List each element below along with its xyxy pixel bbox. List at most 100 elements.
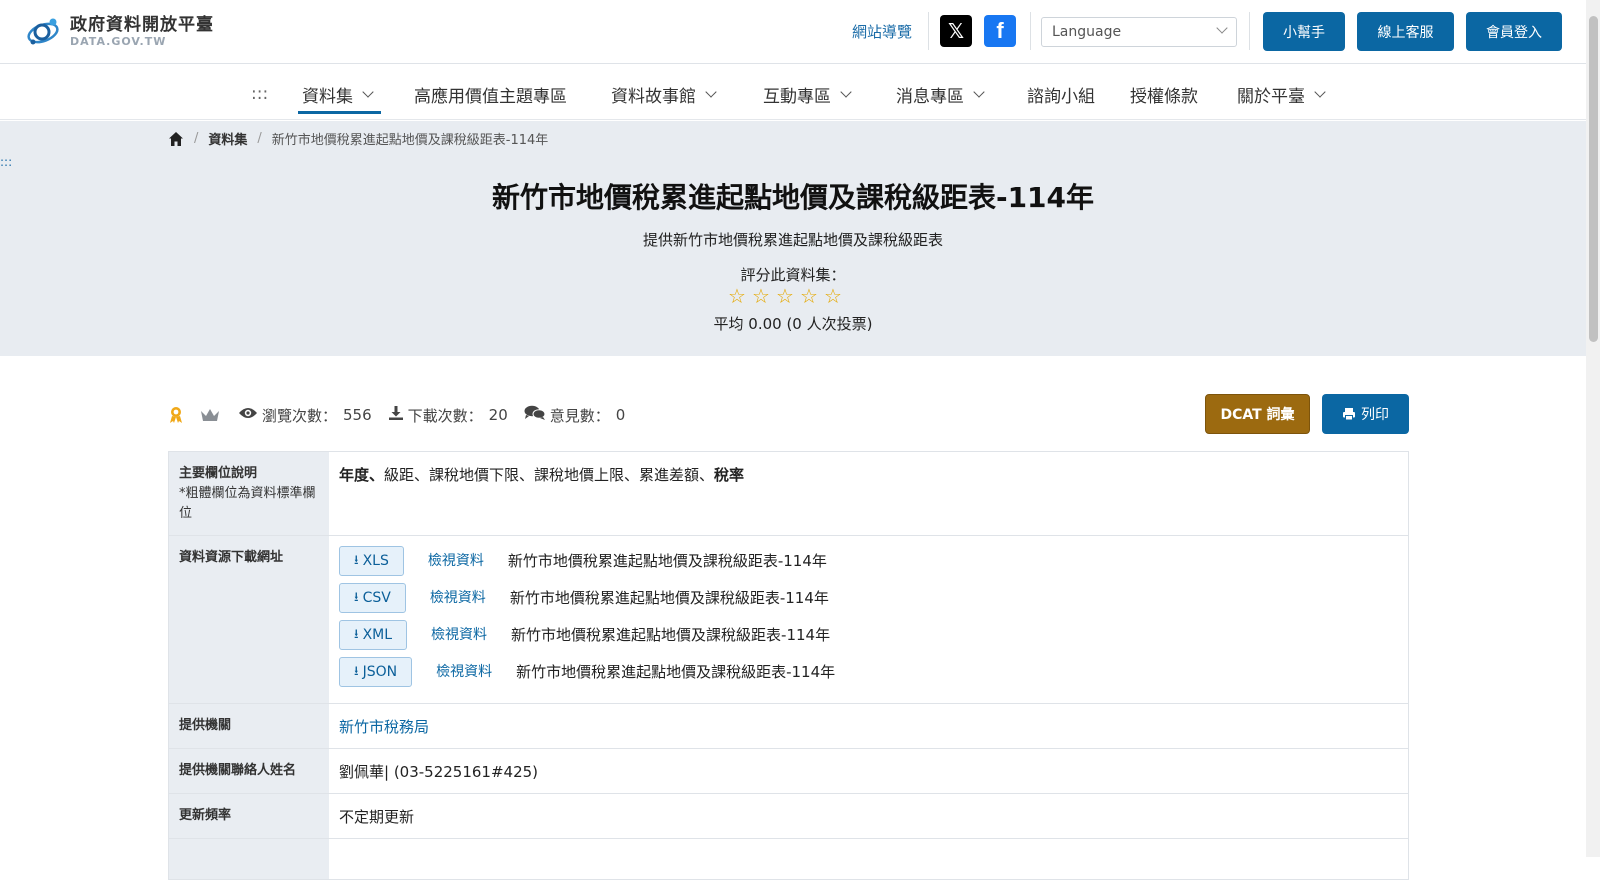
downloads-count: 20	[488, 406, 508, 424]
resource-title: 新竹市地價稅累進起點地價及課稅級距表-114年	[511, 626, 831, 644]
comments-stat: 意見數： 0	[524, 405, 626, 426]
download-xml-button[interactable]: ⭳ XML	[339, 620, 408, 650]
info-row-frequency: 更新頻率 不定期更新	[169, 794, 1408, 839]
nav-datasets-label: 資料集	[302, 87, 353, 107]
star-icon[interactable]: ☆	[726, 285, 748, 307]
dataset-hero: / 資料集 / 新竹市地價稅累進起點地價及課稅級距表-114年 ::: 新竹市地…	[0, 121, 1586, 356]
home-icon[interactable]	[168, 131, 184, 147]
resource-format: XLS	[362, 553, 389, 569]
site-header: 政府資料開放平臺 DATA.GOV.TW 網站導覽 𝕏 f Language 小…	[0, 0, 1586, 64]
info-key-fields: 主要欄位說明 *粗體欄位為資料標準欄位	[169, 452, 329, 535]
view-data-link[interactable]: 檢視資料	[431, 624, 487, 646]
dataset-stats: 瀏覽次數： 556 下載次數： 20 意見數： 0	[168, 405, 641, 425]
info-row-resources: 資料資源下載網址 ⭳ XLS 檢視資料 新竹市地價稅累進起點地價及課稅級距表-11…	[169, 536, 1408, 704]
info-key-provider: 提供機關	[169, 704, 329, 748]
info-key-resources: 資料資源下載網址	[169, 536, 329, 703]
view-data-link[interactable]: 檢視資料	[428, 550, 484, 572]
breadcrumb-current: 新竹市地價稅累進起點地價及課稅級距表-114年	[271, 133, 549, 148]
info-value-resources: ⭳ XLS 檢視資料 新竹市地價稅累進起點地價及課稅級距表-114年 ⭳ CSV 檢…	[329, 536, 1408, 703]
accesskey-anchor[interactable]: :::	[251, 84, 268, 104]
nav-advisory-label: 諮詢小組	[1027, 87, 1095, 107]
view-data-link[interactable]: 檢視資料	[430, 587, 486, 609]
star-icon[interactable]: ☆	[750, 285, 772, 307]
download-xls-button[interactable]: ⭳ XLS	[339, 546, 404, 576]
field-separator: 、	[369, 466, 385, 484]
resource-title: 新竹市地價稅累進起點地價及課稅級距表-114年	[516, 663, 836, 681]
field-bold: 年度	[339, 466, 370, 484]
scrollbar-thumb[interactable]	[1589, 16, 1598, 342]
rating-label: 評分此資料集：	[740, 266, 846, 284]
download-icon: ⭳	[354, 627, 359, 642]
logo-title: 政府資料開放平臺	[70, 14, 214, 35]
rating-stars[interactable]: ☆ ☆ ☆ ☆ ☆	[726, 285, 844, 307]
provider-link[interactable]: 新竹市稅務局	[339, 718, 429, 736]
award-badge-icon	[168, 406, 184, 424]
divider	[1249, 12, 1250, 50]
nav-license[interactable]: 授權條款	[1130, 82, 1198, 107]
printer-icon	[1342, 407, 1356, 421]
view-data-link[interactable]: 檢視資料	[436, 661, 492, 683]
breadcrumb: / 資料集 / 新竹市地價稅累進起點地價及課稅級距表-114年	[168, 129, 548, 148]
star-icon[interactable]: ☆	[822, 285, 844, 307]
content-accesskey-anchor[interactable]: :::	[0, 155, 12, 169]
nav-news[interactable]: 消息專區	[896, 82, 985, 107]
nav-license-label: 授權條款	[1130, 87, 1198, 107]
download-csv-button[interactable]: ⭳ CSV	[339, 583, 406, 613]
facebook-icon[interactable]: f	[984, 15, 1016, 47]
nav-datasets[interactable]: 資料集	[302, 82, 374, 107]
info-key-next	[169, 839, 329, 879]
logo-icon	[24, 12, 62, 50]
logo-subtitle: DATA.GOV.TW	[70, 34, 167, 48]
nav-about[interactable]: 關於平臺	[1237, 82, 1326, 107]
info-row-provider: 提供機關 新竹市稅務局	[169, 704, 1408, 749]
download-icon: ⭳	[354, 553, 359, 568]
breadcrumb-datasets[interactable]: 資料集	[208, 129, 247, 148]
comments-count: 0	[615, 406, 626, 424]
main-navigation: ::: 資料集 高應用價值主題專區 資料故事館 互動專區 消息專區 諮詢小組 授…	[0, 64, 1586, 120]
print-button-label: 列印	[1361, 407, 1389, 423]
crown-icon	[200, 407, 220, 423]
x-twitter-icon[interactable]: 𝕏	[940, 15, 972, 47]
resource-item: ⭳ CSV 檢視資料 新竹市地價稅累進起點地價及課稅級距表-114年	[339, 583, 1398, 613]
nav-high-value-label: 高應用價值主題專區	[414, 87, 567, 107]
info-value-fields: 年度、級距、課稅地價下限、課稅地價上限、累進差額、稅率	[329, 452, 1408, 535]
star-icon[interactable]: ☆	[798, 285, 820, 307]
nav-interactive[interactable]: 互動專區	[763, 82, 852, 107]
resource-title: 新竹市地價稅累進起點地價及課稅級距表-114年	[507, 552, 827, 570]
language-select[interactable]: Language	[1041, 17, 1237, 47]
info-value-frequency: 不定期更新	[339, 808, 415, 826]
star-icon[interactable]: ☆	[774, 285, 796, 307]
language-select-value: Language	[1052, 24, 1122, 40]
info-value-contact: 劉佩華| (03-5225161#425)	[339, 763, 539, 781]
sitemap-link[interactable]: 網站導覽	[852, 21, 912, 42]
site-logo[interactable]: 政府資料開放平臺 DATA.GOV.TW	[24, 12, 214, 50]
field-list: 級距、課稅地價下限、課稅地價上限、累進差額、	[384, 466, 715, 484]
chevron-down-icon	[973, 86, 985, 98]
chevron-down-icon	[1314, 86, 1326, 98]
info-row-next	[169, 839, 1408, 879]
dataset-info-table: 主要欄位說明 *粗體欄位為資料標準欄位 年度、級距、課稅地價下限、課稅地價上限、…	[168, 451, 1409, 880]
print-button[interactable]: 列印	[1322, 394, 1409, 434]
nav-advisory[interactable]: 諮詢小組	[1027, 82, 1095, 107]
nav-high-value[interactable]: 高應用價值主題專區	[414, 82, 567, 107]
breadcrumb-separator: /	[257, 131, 262, 146]
resource-format: CSV	[362, 590, 391, 606]
member-login-button[interactable]: 會員登入	[1466, 12, 1562, 51]
nav-news-label: 消息專區	[896, 87, 964, 107]
download-icon: ⭳	[354, 664, 359, 679]
downloads-label: 下載次數：	[407, 406, 483, 425]
dcat-vocabulary-button[interactable]: DCAT 詞彙	[1205, 394, 1310, 434]
resource-item: ⭳ JSON 檢視資料 新竹市地價稅累進起點地價及課稅級距表-114年	[339, 657, 1398, 687]
chevron-down-icon	[705, 86, 717, 98]
field-bold: 稅率	[714, 466, 745, 484]
divider	[928, 12, 929, 50]
online-service-button[interactable]: 線上客服	[1357, 12, 1454, 51]
divider	[1030, 12, 1031, 50]
helper-button[interactable]: 小幫手	[1263, 12, 1345, 51]
nav-about-label: 關於平臺	[1237, 87, 1305, 107]
page-title: 新竹市地價稅累進起點地價及課稅級距表-114年	[491, 181, 1095, 214]
comments-label: 意見數：	[549, 406, 610, 425]
nav-data-stories[interactable]: 資料故事館	[611, 82, 717, 107]
download-json-button[interactable]: ⭳ JSON	[339, 657, 413, 687]
resource-item: ⭳ XML 檢視資料 新竹市地價稅累進起點地價及課稅級距表-114年	[339, 620, 1398, 650]
